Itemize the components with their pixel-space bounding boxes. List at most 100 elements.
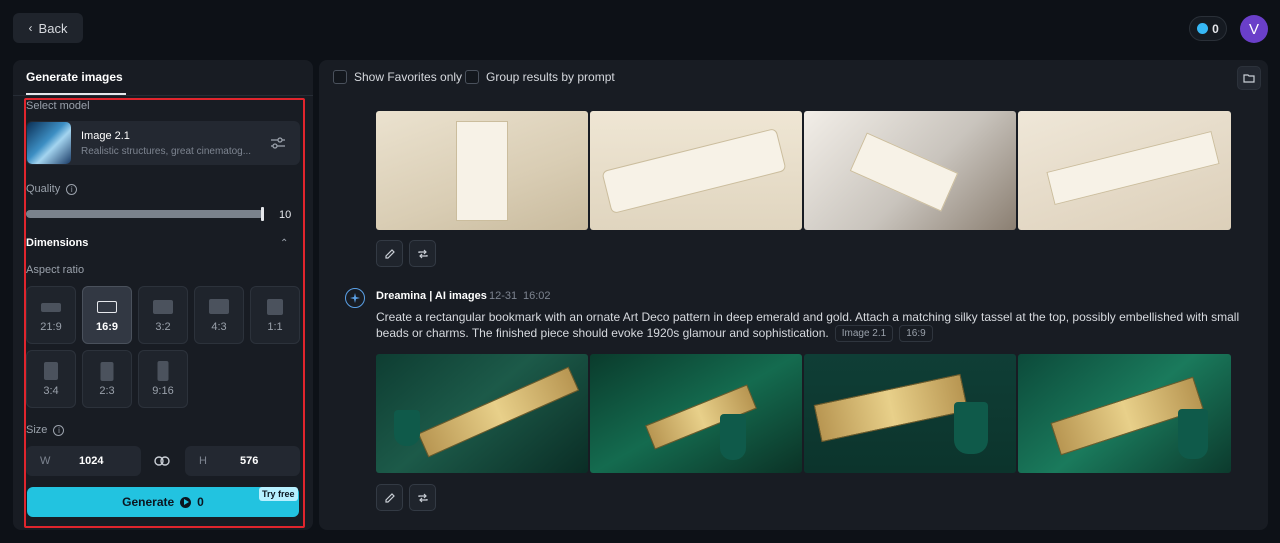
tassel-shape [1178, 409, 1208, 459]
ratio-shape-3-4 [44, 362, 58, 380]
tassel-shape [394, 410, 420, 446]
ratio-option-3-2[interactable]: 3:2 [138, 286, 188, 344]
result-author: Dreamina | AI images [376, 290, 487, 302]
chevron-left-icon: ‹ [28, 21, 33, 35]
model-selector[interactable]: Image 2.1 Realistic structures, great ci… [26, 121, 300, 165]
bookmark-shape [417, 366, 580, 458]
prompt-text: Create a rectangular bookmark with an or… [376, 310, 1240, 340]
ratio-label: 3:2 [155, 321, 171, 333]
ratio-shape-1-1 [267, 299, 283, 315]
show-favorites-label: Show Favorites only [354, 70, 463, 84]
dreamina-logo-icon [345, 288, 365, 308]
model-thumbnail [27, 122, 71, 164]
ratio-option-2-3[interactable]: 2:3 [82, 350, 132, 408]
result-prompt: Create a rectangular bookmark with an or… [376, 309, 1246, 343]
pencil-icon [384, 492, 395, 503]
back-label: Back [38, 20, 68, 36]
quality-slider[interactable] [26, 210, 264, 218]
credit-coin-icon [1197, 23, 1209, 34]
panel-divider [13, 95, 313, 96]
avatar[interactable]: V [1240, 15, 1268, 43]
ratio-label: 4:3 [211, 321, 227, 333]
quality-value: 10 [279, 209, 292, 221]
ratio-label: 1:1 [267, 321, 283, 333]
generate-label: Generate [122, 495, 175, 509]
show-favorites-checkbox[interactable]: Show Favorites only [333, 70, 462, 84]
ratio-option-4-3[interactable]: 4:3 [194, 286, 244, 344]
ratio-label: 9:16 [152, 385, 174, 397]
result-image[interactable] [804, 111, 1016, 230]
checkbox-box[interactable] [333, 70, 347, 84]
edit-button[interactable] [376, 240, 403, 267]
ratio-shape-16-9 [97, 301, 117, 313]
ratio-shape-4-3 [209, 299, 229, 314]
result-image[interactable] [376, 354, 588, 473]
bookmark-shape [456, 121, 508, 221]
result-image[interactable] [1018, 111, 1231, 230]
regenerate-button[interactable] [409, 484, 436, 511]
ratio-option-9-16[interactable]: 9:16 [138, 350, 188, 408]
credits-count: 0 [1212, 21, 1219, 36]
quality-slider-handle[interactable] [261, 207, 264, 221]
result-date: 12-31 [489, 290, 518, 302]
tab-generate-images[interactable]: Generate images [26, 70, 123, 84]
chevron-up-icon[interactable]: ⌃ [280, 238, 288, 249]
result-image[interactable] [590, 111, 802, 230]
tassel-shape [954, 402, 988, 454]
try-free-badge: Try free [259, 487, 298, 501]
model-description: Realistic structures, great cinematog... [81, 146, 252, 157]
quality-label-text: Quality [26, 183, 61, 195]
info-icon: i [53, 425, 65, 436]
credits-badge[interactable]: 0 [1189, 16, 1227, 41]
width-letter: W [40, 455, 51, 467]
ratio-shape-21-9 [41, 303, 61, 312]
repeat-icon [417, 493, 428, 502]
ratio-shape-9-16 [157, 361, 169, 381]
checkbox-box[interactable] [465, 70, 479, 84]
height-field[interactable]: H 576 [185, 446, 300, 476]
result-image[interactable] [804, 354, 1016, 473]
ratio-label: 21:9 [40, 321, 62, 333]
regenerate-button[interactable] [409, 240, 436, 267]
back-button[interactable]: ‹ Back [13, 13, 83, 43]
ratio-option-21-9[interactable]: 21:9 [26, 286, 76, 344]
generate-cost: 0 [197, 495, 204, 509]
group-results-label: Group results by prompt [486, 70, 615, 84]
results-panel: Show Favorites only Group results by pro… [319, 60, 1268, 530]
edit-button[interactable] [376, 484, 403, 511]
repeat-icon [417, 249, 428, 258]
ratio-label: 16:9 [95, 321, 119, 333]
width-value: 1024 [79, 455, 104, 467]
bookmark-shape [849, 132, 959, 212]
ratio-option-3-4[interactable]: 3:4 [26, 350, 76, 408]
group-results-checkbox[interactable]: Group results by prompt [465, 70, 615, 84]
ratio-chip: 16:9 [899, 325, 933, 343]
credit-coin-icon [180, 496, 192, 508]
bookmark-shape [813, 373, 969, 443]
model-chip: Image 2.1 [834, 325, 894, 343]
ratio-option-16-9[interactable]: 16:9 [82, 286, 132, 344]
width-field[interactable]: W 1024 [26, 446, 141, 476]
dimensions-heading: Dimensions [26, 237, 89, 249]
ratio-option-1-1[interactable]: 1:1 [250, 286, 300, 344]
pencil-icon [384, 248, 395, 259]
ratio-shape-3-2 [153, 300, 173, 314]
result-image[interactable] [376, 111, 588, 230]
tassel-shape [720, 414, 746, 460]
result-image[interactable] [1018, 354, 1231, 473]
link-icon[interactable] [154, 455, 170, 467]
model-name: Image 2.1 [81, 130, 130, 142]
size-label: Size i [26, 424, 65, 436]
height-value: 576 [240, 455, 259, 467]
bookmark-shape [601, 127, 787, 215]
info-icon: i [66, 184, 78, 195]
ratio-shape-2-3 [100, 362, 114, 381]
size-label-text: Size [26, 424, 48, 436]
bookmark-shape [1046, 130, 1220, 206]
aspect-ratio-label: Aspect ratio [26, 264, 85, 276]
folder-button[interactable] [1237, 66, 1261, 90]
sliders-icon[interactable] [270, 136, 286, 150]
result-image[interactable] [590, 354, 802, 473]
ratio-label: 2:3 [99, 385, 115, 397]
folder-icon [1243, 74, 1255, 83]
